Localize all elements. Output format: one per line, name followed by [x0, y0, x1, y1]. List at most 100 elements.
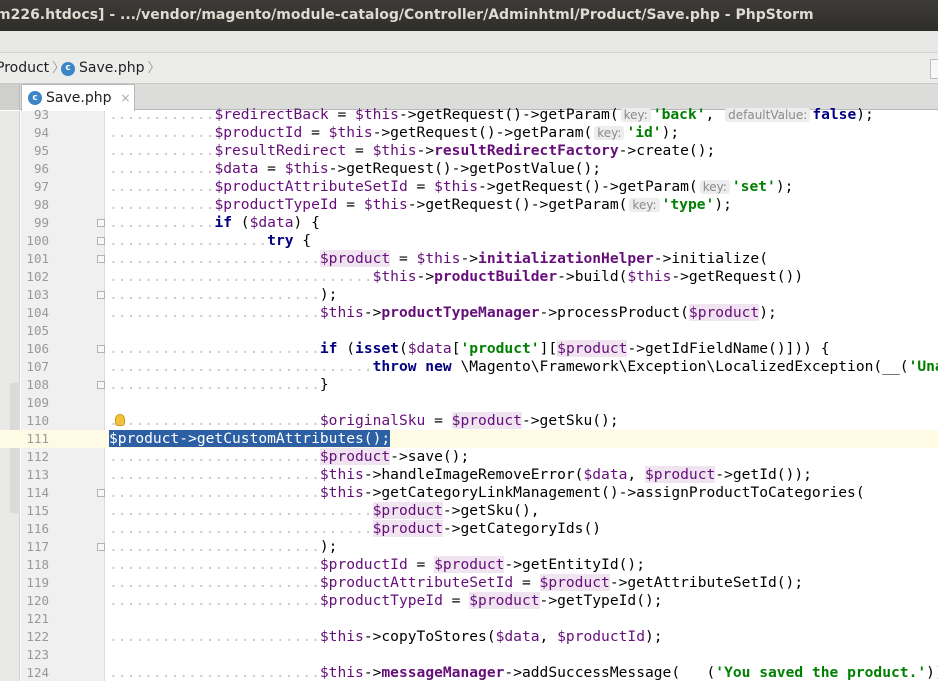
code-token: ->save();	[390, 448, 470, 465]
line-number[interactable]: 121	[21, 610, 49, 628]
code-line[interactable]: 109	[0, 394, 938, 412]
code-token: =	[346, 142, 373, 159]
code-token: $this	[319, 664, 364, 681]
line-number[interactable]: 107	[21, 358, 49, 376]
indent-guide: ........................	[109, 592, 320, 609]
line-number[interactable]: 97	[21, 178, 49, 196]
parameter-hint: key:	[629, 198, 660, 212]
code-line[interactable]: 108........................}	[0, 376, 938, 394]
code-text: ........................if (isset($data[…	[109, 340, 830, 358]
line-number[interactable]: 102	[21, 268, 49, 286]
code-token: 'set'	[731, 178, 776, 195]
code-line[interactable]: 107 ..............................throw n…	[0, 358, 938, 376]
line-number[interactable]: 116	[21, 520, 49, 538]
code-line[interactable]: 93 ............$redirectBack = $this->get…	[0, 106, 938, 124]
line-number[interactable]: 114	[21, 484, 49, 502]
code-token: $this	[319, 484, 364, 501]
code-line[interactable]: 114 ........................$this->getCat…	[0, 484, 938, 502]
line-number[interactable]: 113	[21, 466, 49, 484]
code-token: throw new	[372, 358, 452, 375]
code-line[interactable]: 111 $product->getCustomAttributes();	[0, 430, 938, 448]
code-line[interactable]: 112 ........................$product->sav…	[0, 448, 938, 466]
code-line[interactable]: 120 ........................$productTypeI…	[0, 592, 938, 610]
code-line[interactable]: 121	[0, 610, 938, 628]
code-token: =	[407, 178, 435, 195]
navbar-scroll-handle[interactable]	[930, 59, 938, 79]
line-number[interactable]: 115	[21, 502, 49, 520]
line-number[interactable]: 117	[21, 538, 49, 556]
code-token: $productAttributeSetId	[319, 574, 514, 591]
line-number[interactable]: 103	[21, 286, 49, 304]
code-line[interactable]: 104 ........................$this->produc…	[0, 304, 938, 322]
indent-guide: ........................	[109, 556, 320, 573]
fold-marker-icon[interactable]	[97, 543, 105, 551]
line-number[interactable]: 118	[21, 556, 49, 574]
breadcrumb-product[interactable]: Product 〉	[0, 53, 65, 84]
fold-marker-icon[interactable]	[97, 237, 105, 245]
line-number[interactable]: 124	[21, 664, 49, 681]
line-number[interactable]: 106	[21, 340, 49, 358]
code-line[interactable]: 103........................);	[0, 286, 938, 304]
code-line[interactable]: 97 ............$productAttributeSetId = $…	[0, 178, 938, 196]
code-line[interactable]: 110 ........................$originalSku …	[0, 412, 938, 430]
line-number[interactable]: 108	[21, 376, 49, 394]
code-line[interactable]: 100 ..................try {	[0, 232, 938, 250]
code-line[interactable]: 98 ............$productTypeId = $this->ge…	[0, 196, 938, 214]
line-number[interactable]: 112	[21, 448, 49, 466]
close-icon[interactable]: ×	[120, 91, 130, 105]
code-line[interactable]: 116 ..............................$produc…	[0, 520, 938, 538]
code-line[interactable]: 115 ..............................$produc…	[0, 502, 938, 520]
fold-marker-icon[interactable]	[97, 381, 105, 389]
line-number[interactable]: 119	[21, 574, 49, 592]
code-token: {	[293, 232, 312, 249]
indent-guide: ........................	[109, 574, 320, 591]
line-number[interactable]: 120	[21, 592, 49, 610]
line-number[interactable]: 99	[21, 214, 49, 232]
fold-marker-icon[interactable]	[97, 345, 105, 353]
fold-marker-icon[interactable]	[97, 255, 105, 263]
line-number[interactable]: 111	[21, 430, 49, 448]
line-number[interactable]: 122	[21, 628, 49, 646]
line-number[interactable]: 109	[21, 394, 49, 412]
code-line[interactable]: 122 ........................$this->copyTo…	[0, 628, 938, 646]
indent-guide: ........................	[109, 286, 320, 303]
code-line[interactable]: 117........................);	[0, 538, 938, 556]
code-line[interactable]: 95 ............$resultRedirect = $this->r…	[0, 142, 938, 160]
code-line[interactable]: 118 ........................$productId = …	[0, 556, 938, 574]
code-line[interactable]: 113 ........................$this->handle…	[0, 466, 938, 484]
line-number[interactable]: 100	[21, 232, 49, 250]
line-number[interactable]: 105	[21, 322, 49, 340]
code-line[interactable]: 99 ............if ($data) {	[0, 214, 938, 232]
line-number[interactable]: 95	[21, 142, 49, 160]
line-number[interactable]: 94	[21, 124, 49, 142]
fold-marker-icon[interactable]	[97, 219, 105, 227]
code-token: $product	[539, 574, 610, 591]
breadcrumb-label: Save.php	[79, 60, 145, 76]
line-number[interactable]: 110	[21, 412, 49, 430]
code-editor[interactable]: 93 ............$redirectBack = $this->get…	[0, 106, 938, 681]
code-line[interactable]: 94 ............$productId = $this->getReq…	[0, 124, 938, 142]
line-number[interactable]: 98	[21, 196, 49, 214]
code-line[interactable]: 105	[0, 322, 938, 340]
code-line[interactable]: 96 ............$data = $this->getRequest(…	[0, 160, 938, 178]
line-number[interactable]: 101	[21, 250, 49, 268]
code-token: $this	[319, 304, 364, 321]
line-number[interactable]: 104	[21, 304, 49, 322]
code-line[interactable]: 106 ........................if (isset($da…	[0, 340, 938, 358]
breadcrumb-save-php[interactable]: c Save.php 〉	[61, 53, 160, 84]
fold-marker-icon[interactable]	[97, 489, 105, 497]
code-line[interactable]: 101 ........................$product = $t…	[0, 250, 938, 268]
code-token: (	[398, 340, 408, 357]
code-token: $originalSku	[319, 412, 426, 429]
code-line[interactable]: 102 ..............................$this->…	[0, 268, 938, 286]
code-token: =	[328, 106, 356, 123]
code-line[interactable]: 123	[0, 646, 938, 664]
parameter-hint: defaultValue:	[725, 108, 811, 122]
line-number[interactable]: 96	[21, 160, 49, 178]
code-token: $data	[214, 160, 259, 177]
code-line[interactable]: 119 ........................$productAttri…	[0, 574, 938, 592]
fold-marker-icon[interactable]	[97, 291, 105, 299]
line-number[interactable]: 93	[21, 106, 49, 124]
line-number[interactable]: 123	[21, 646, 49, 664]
code-line[interactable]: 124 ........................$this->messag…	[0, 664, 938, 681]
